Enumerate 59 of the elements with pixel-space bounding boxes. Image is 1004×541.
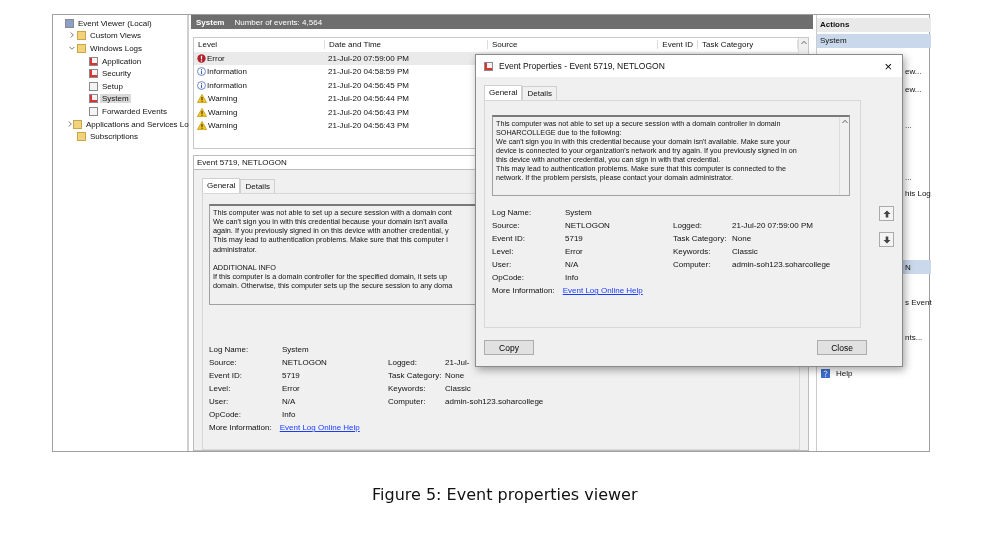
field-label: Computer: <box>673 260 712 269</box>
field-label: User: <box>209 397 230 406</box>
field-value: Info <box>565 273 580 282</box>
field-label: OpCode: <box>492 273 526 282</box>
event-count: Number of events: 4,564 <box>234 17 323 27</box>
field-label: Level: <box>492 247 515 256</box>
field-value: N/A <box>282 397 297 406</box>
field-label: More Information: <box>492 286 555 295</box>
table-cell: Error <box>207 53 225 63</box>
field-label: Computer: <box>388 397 427 406</box>
table-cell: 21-Jul-20 04:56:43 PM <box>328 107 409 117</box>
table-cell: 21-Jul-20 07:59:00 PM <box>328 53 409 63</box>
table-cell: Information <box>207 67 248 77</box>
field-value: Classic <box>732 247 759 256</box>
table-cell: Information <box>207 80 248 90</box>
field-value: N/A <box>565 260 580 269</box>
field-label: Keywords: <box>673 247 712 256</box>
table-cell: 21-Jul-20 04:56:45 PM <box>328 80 409 90</box>
field-value: admin-soh123.soharcollege <box>732 260 832 269</box>
actions-header: Actions <box>817 18 931 32</box>
log-title: System <box>196 17 225 27</box>
field-value: Error <box>565 247 584 256</box>
field-label: Log Name: <box>209 345 250 354</box>
field-value: admin-soh123.soharcollege <box>445 397 545 406</box>
table-cell: 21-Jul-20 04:56:44 PM <box>328 94 409 104</box>
figure-caption: Figure 5: Event properties viewer <box>372 485 638 504</box>
field-label: User: <box>492 260 513 269</box>
field-label: Level: <box>209 384 232 393</box>
field-label: Task Category: <box>673 234 728 243</box>
table-cell: 21-Jul-20 04:58:59 PM <box>328 67 409 77</box>
table-cell: Warning <box>208 94 238 104</box>
field-value: 5719 <box>282 371 301 380</box>
field-value: NETLOGON <box>565 221 611 230</box>
field-value: Error <box>282 384 301 393</box>
field-label: Source: <box>209 358 238 367</box>
field-label: Event ID: <box>492 234 526 243</box>
field-label: Keywords: <box>388 384 427 393</box>
field-label: Task Category: <box>388 371 443 380</box>
field-value: None <box>445 371 466 380</box>
field-value: NETLOGON <box>282 358 328 367</box>
table-cell: 21-Jul-20 04:56:43 PM <box>328 121 409 131</box>
field-value: None <box>732 234 753 243</box>
field-label: OpCode: <box>209 410 243 419</box>
field-label: Event ID: <box>209 371 243 380</box>
field-label: Logged: <box>388 358 418 367</box>
table-cell: Warning <box>208 121 238 131</box>
field-label: More Information: <box>209 423 272 432</box>
field-label: Log Name: <box>492 208 533 217</box>
field-label: Source: <box>492 221 521 230</box>
field-value: System <box>282 345 310 354</box>
field-value: 5719 <box>565 234 584 243</box>
field-value: Classic <box>445 384 472 393</box>
dialog-title: Event Properties - Event 5719, NETLOGON <box>499 61 665 71</box>
field-value: 21-Jul-20 07:59:00 PM <box>732 221 814 230</box>
field-value: Info <box>282 410 297 419</box>
field-value: 21-Jul- <box>445 358 471 367</box>
table-cell: Warning <box>208 107 238 117</box>
field-label: Logged: <box>673 221 703 230</box>
field-value: System <box>565 208 593 217</box>
